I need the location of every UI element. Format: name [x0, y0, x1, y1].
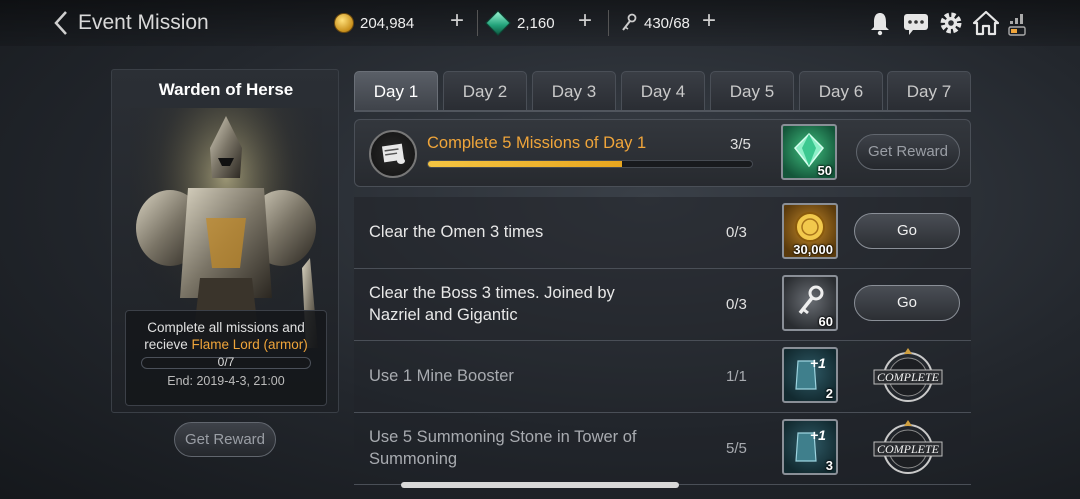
- scroll-icon: [369, 130, 417, 178]
- mission-label-line1: Use 5 Summoning Stone in Tower of: [369, 428, 637, 446]
- complete-badge-icon: COMPLETE: [873, 348, 943, 402]
- gear-icon[interactable]: [938, 10, 964, 36]
- home-icon[interactable]: [972, 10, 1000, 36]
- mission-label: Clear the Omen 3 times: [369, 223, 544, 241]
- mission-row: Clear the Boss 3 times. Joined by Nazrie…: [354, 269, 971, 341]
- stamina-amount: 430/68: [644, 14, 690, 32]
- bell-icon[interactable]: [868, 10, 894, 36]
- tab-day-1[interactable]: Day 1: [354, 71, 438, 111]
- reward-plus: +1: [810, 427, 826, 443]
- mission-label: Use 1 Mine Booster: [369, 367, 514, 385]
- main-mission-title: Complete 5 Missions of Day 1: [427, 134, 647, 152]
- divider: [608, 10, 609, 36]
- go-button[interactable]: Go: [854, 285, 960, 321]
- progress-fill: [428, 161, 623, 167]
- chat-icon[interactable]: [903, 10, 929, 36]
- gem-amount: 2,160: [517, 14, 555, 32]
- tab-day-7[interactable]: Day 7: [887, 71, 971, 111]
- back-chevron-icon[interactable]: [50, 9, 72, 37]
- mission-row: Use 1 Mine Booster 1/1 +1 2 COMPLETE: [354, 341, 971, 413]
- mission-count: 5/5: [726, 440, 747, 457]
- system-icons: [868, 10, 1034, 36]
- reward-quantity: 50: [817, 163, 832, 178]
- tab-day-6[interactable]: Day 6: [799, 71, 883, 111]
- gem-icon: [485, 10, 511, 36]
- reward-description: Complete all missions and recieve Flame …: [126, 311, 326, 353]
- mission-label-line2: Nazriel and Gigantic: [369, 306, 518, 324]
- page-title: Event Mission: [78, 11, 209, 34]
- main-mission-progress-bar: [427, 160, 753, 168]
- reward-slot[interactable]: 50: [781, 124, 837, 180]
- overall-progress-text: 0/7: [217, 355, 235, 369]
- end-date: End: 2019-4-3, 21:00: [167, 374, 285, 388]
- add-gem-button[interactable]: +: [578, 7, 592, 35]
- tab-underline: [354, 110, 971, 112]
- mission-row: Use 5 Summoning Stone in Tower of Summon…: [354, 413, 971, 485]
- mission-count: 0/3: [726, 224, 747, 241]
- tab-day-4[interactable]: Day 4: [621, 71, 705, 111]
- mission-count: 0/3: [726, 296, 747, 313]
- divider: [477, 10, 478, 36]
- reward-slot[interactable]: +1 3: [782, 419, 838, 475]
- complete-label: COMPLETE: [877, 442, 940, 456]
- reward-plus: +1: [810, 355, 826, 371]
- reward-slot[interactable]: 60: [782, 275, 838, 331]
- complete-label: COMPLETE: [877, 370, 940, 384]
- main-mission-count: 3/5: [730, 136, 751, 153]
- reward-slot[interactable]: 30,000: [782, 203, 838, 259]
- daily-main-mission: Complete 5 Missions of Day 1 3/5 50 Get …: [354, 119, 971, 187]
- gem-resource: 2,160 +: [485, 7, 592, 36]
- overall-progress-bar: 0/7: [141, 355, 311, 369]
- tab-day-2[interactable]: Day 2: [443, 71, 527, 111]
- reward-title: Warden of Herse: [158, 80, 294, 99]
- reward-quantity: 2: [825, 386, 833, 401]
- mission-label-line2: Summoning: [369, 450, 458, 468]
- stamina-resource: 430/68 +: [620, 7, 716, 36]
- mission-label-line1: Clear the Boss 3 times. Joined by: [369, 284, 615, 302]
- home-indicator[interactable]: [401, 482, 679, 488]
- mission-row: Clear the Omen 3 times 0/3 30,000 Go: [354, 197, 971, 269]
- signal-icon: [1008, 10, 1034, 36]
- add-stamina-button[interactable]: +: [702, 7, 716, 35]
- mission-label: Clear the Boss 3 times. Joined by Nazrie…: [369, 282, 615, 326]
- mission-count: 1/1: [726, 368, 747, 385]
- gold-amount: 204,984: [360, 14, 415, 32]
- final-reward-panel: Warden of Herse Complete all missions an…: [111, 69, 339, 413]
- gold-coin-icon: [334, 13, 354, 33]
- reward-quantity: 60: [818, 314, 833, 329]
- reward-info-box: Complete all missions and recieve Flame …: [125, 310, 327, 406]
- add-gold-button[interactable]: +: [450, 7, 464, 35]
- mission-label: Use 5 Summoning Stone in Tower of Summon…: [369, 426, 637, 470]
- reward-quantity: 3: [825, 458, 833, 473]
- top-bar: Event Mission 204,984 + 2,160 + 430/68 +: [0, 0, 1080, 46]
- final-get-reward-button[interactable]: Get Reward: [174, 422, 276, 457]
- complete-badge-icon: COMPLETE: [873, 420, 943, 474]
- reward-quantity: 30,000: [793, 242, 833, 257]
- tab-day-5[interactable]: Day 5: [710, 71, 794, 111]
- reward-item-name: Flame Lord (armor): [191, 337, 308, 352]
- tab-day-3[interactable]: Day 3: [532, 71, 616, 111]
- reward-slot[interactable]: +1 2: [782, 347, 838, 403]
- key-icon: [622, 13, 637, 31]
- gold-resource: 204,984 +: [334, 7, 464, 36]
- main-get-reward-button[interactable]: Get Reward: [856, 134, 960, 170]
- go-button[interactable]: Go: [854, 213, 960, 249]
